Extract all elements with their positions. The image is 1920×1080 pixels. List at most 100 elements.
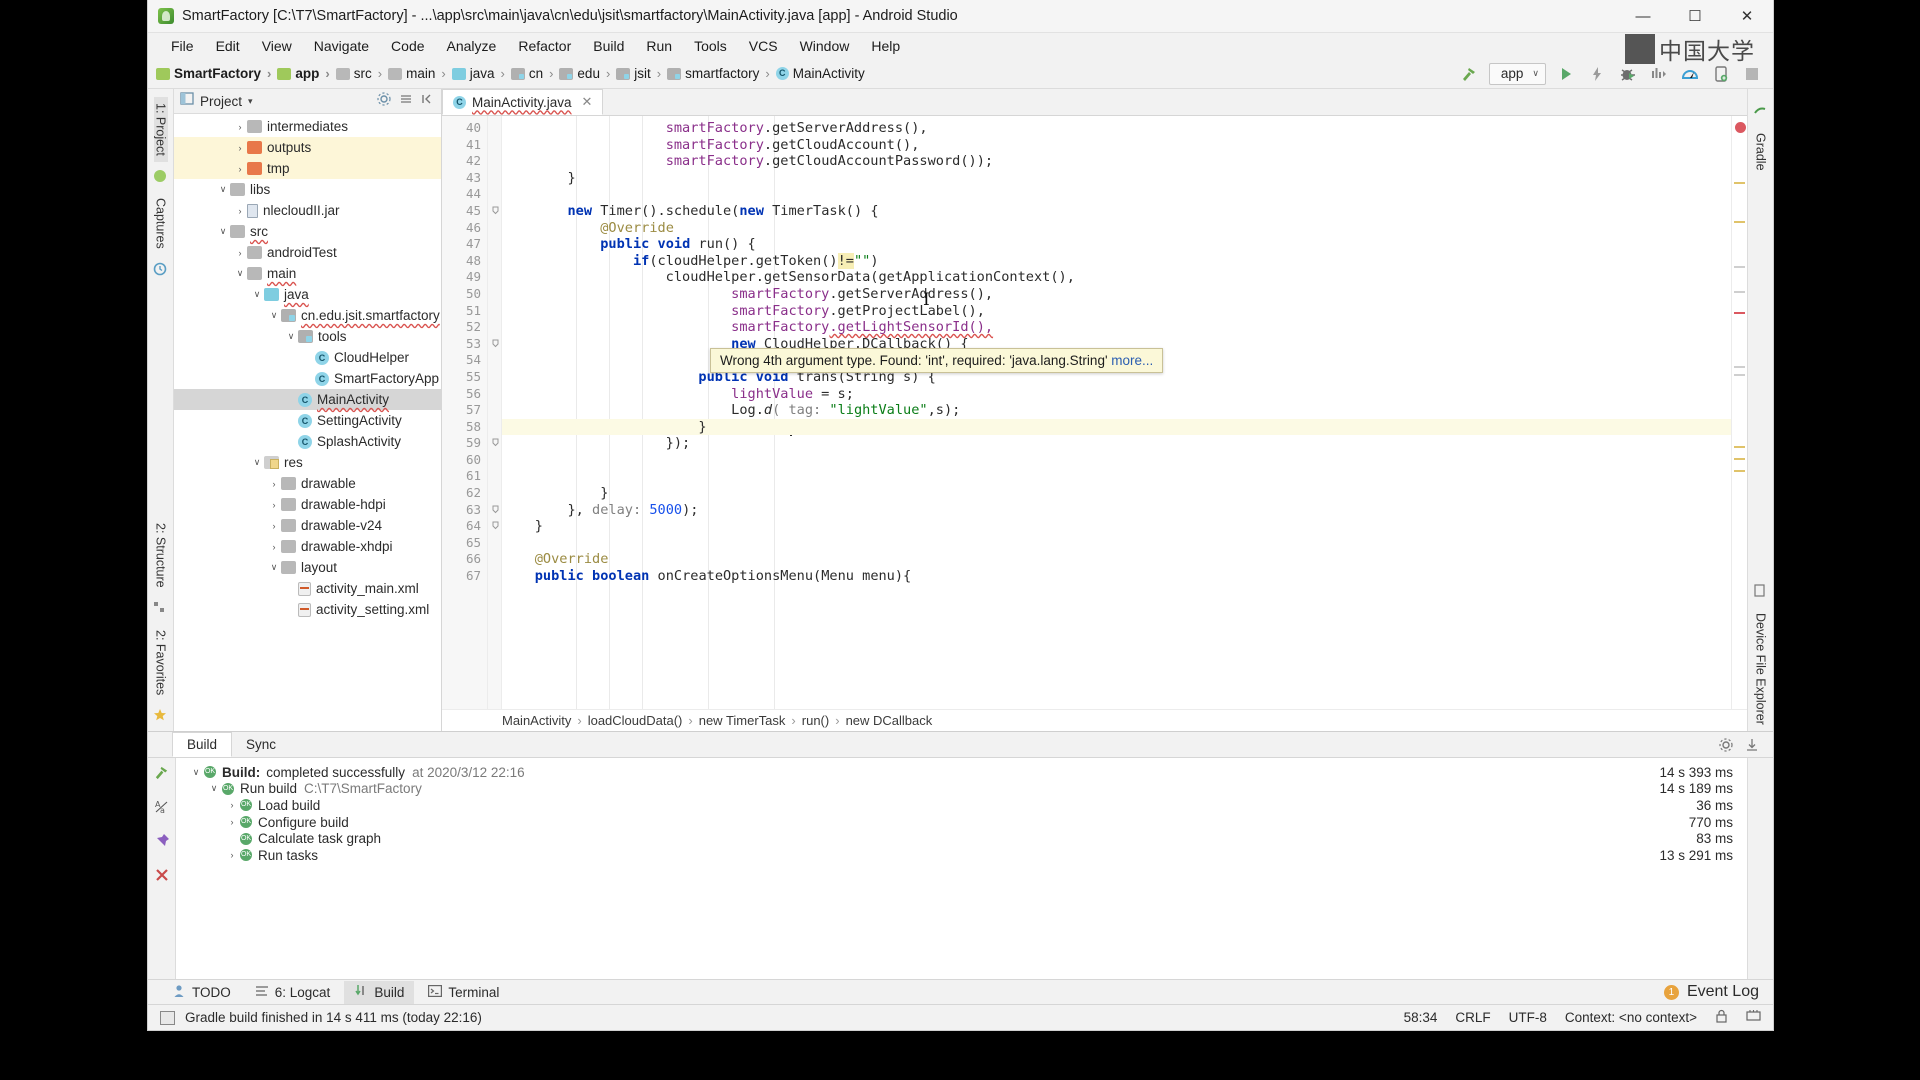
breadcrumb-edu[interactable]: edu › [559,66,616,81]
tree-item-intermediates[interactable]: › intermediates [174,116,441,137]
chevron-icon[interactable]: ∨ [267,562,281,573]
profiler-icon[interactable] [1679,63,1701,85]
code-line[interactable]: } [502,518,1731,535]
sidebar-tab-captures[interactable]: Captures [154,192,168,255]
editor-crumb-dcallback[interactable]: new DCallback [846,713,933,728]
minimize-button[interactable]: — [1617,0,1669,32]
tree-item-splashactivity[interactable]: C SplashActivity [174,431,441,452]
fold-marker[interactable] [488,485,501,502]
code-line[interactable]: } [502,170,1731,187]
fold-marker[interactable] [488,468,501,485]
code-content[interactable]: smartFactory.getServerAddress(), smartFa… [502,116,1731,709]
code-line[interactable]: @Override [502,220,1731,237]
build-row[interactable]: OK Calculate task graph 83 ms [182,830,1747,847]
tree-item-androidtest[interactable]: › androidTest [174,242,441,263]
memory-icon[interactable] [160,1010,175,1025]
project-tree[interactable]: › intermediates › outputs › tmp ∨ libs › nlecloud… [174,114,441,731]
chevron-icon[interactable]: › [233,248,247,258]
breadcrumb-main[interactable]: main › [388,66,452,81]
fold-marker[interactable] [488,153,501,170]
tree-item-drawable-v24[interactable]: › drawable-v24 [174,515,441,536]
code-line[interactable]: }, delay: 5000); [502,502,1731,519]
chevron-icon[interactable]: ∨ [267,310,281,321]
tree-item-outputs[interactable]: › outputs [174,137,441,158]
code-line[interactable]: if(cloudHelper.getToken()!="") [502,252,1731,270]
pin-icon[interactable] [154,833,170,854]
download-icon[interactable] [1745,738,1759,757]
maximize-button[interactable]: ☐ [1669,0,1721,32]
fold-marker[interactable] [488,386,501,403]
tree-item-activity-main-xml[interactable]: activity_main.xml [174,578,441,599]
code-line[interactable]: lightValue = s; [502,386,1731,403]
code-line[interactable]: smartFactory.getCloudAccount(), [502,137,1731,154]
code-line[interactable] [502,468,1731,485]
chevron-icon[interactable]: ∨ [206,783,222,794]
menu-navigate[interactable]: Navigate [303,36,380,56]
fold-marker[interactable] [488,551,501,568]
device-manager-icon[interactable] [1710,63,1732,85]
lock-icon[interactable] [1715,1009,1728,1026]
code-line[interactable]: new Timer().schedule(new TimerTask() { [502,203,1731,220]
editor-crumb-timertask[interactable]: new TimerTask [699,713,786,728]
chevron-icon[interactable]: › [233,164,247,174]
memory-indicator-icon[interactable] [1746,1009,1761,1026]
chevron-icon[interactable]: ∨ [233,268,247,279]
gear-icon[interactable] [377,91,391,111]
chevron-icon[interactable]: › [224,800,240,810]
chevron-icon[interactable]: ∨ [188,767,204,778]
close-button[interactable]: ✕ [1721,0,1773,32]
fold-marker[interactable] [488,319,501,336]
code-folding-column[interactable] [488,116,502,709]
fold-marker[interactable] [488,535,501,552]
tree-item-src[interactable]: ∨ src [174,221,441,242]
collapse-all-icon[interactable] [399,92,413,111]
tree-item-cloudhelper[interactable]: C CloudHelper [174,347,441,368]
tree-item-tmp[interactable]: › tmp [174,158,441,179]
chevron-icon[interactable]: ∨ [216,226,230,237]
menu-analyze[interactable]: Analyze [436,36,508,56]
tree-item-main[interactable]: ∨ main [174,263,441,284]
tab-build[interactable]: Build [172,732,233,757]
code-line[interactable]: smartFactory.getServerAddress(), [502,286,1731,303]
chevron-icon[interactable]: › [224,817,240,827]
fold-marker[interactable] [488,203,501,220]
code-line[interactable]: smartFactory.getLightSensorId(), [502,319,1731,336]
tree-item-res[interactable]: ∨ res [174,452,441,473]
tree-item-activity-setting-xml[interactable]: activity_setting.xml [174,599,441,620]
chevron-icon[interactable]: ∨ [250,289,264,300]
chevron-icon[interactable]: › [233,143,247,153]
code-line[interactable]: } [502,418,1731,436]
sidebar-tab-structure[interactable]: 2: Structure [154,517,168,594]
caret-position[interactable]: 58:34 [1404,1010,1438,1025]
profiler-steps-icon[interactable] [1648,63,1670,85]
fold-marker[interactable] [488,568,501,585]
breadcrumb-jsit[interactable]: jsit › [616,66,667,81]
fold-marker[interactable] [488,452,501,469]
tree-item-tools[interactable]: ∨ tools [174,326,441,347]
event-log-label[interactable]: Event Log [1687,983,1759,1001]
fold-marker[interactable] [488,502,501,519]
close-icon[interactable] [154,867,170,888]
lightning-icon[interactable] [1586,63,1608,85]
fold-marker[interactable] [488,336,501,353]
tool-window-todo[interactable]: TODO [162,981,241,1004]
encoding[interactable]: UTF-8 [1509,1010,1547,1025]
tree-item-smartfactoryapp[interactable]: C SmartFactoryApp [174,368,441,389]
line-separator[interactable]: CRLF [1455,1010,1490,1025]
build-row[interactable]: › OK Load build 36 ms [182,797,1747,814]
sidebar-tab-project[interactable]: 1: Project [153,97,168,162]
breadcrumb-java[interactable]: java › [451,66,511,81]
fold-marker[interactable] [488,236,501,253]
menu-refactor[interactable]: Refactor [507,36,582,56]
code-line[interactable]: Log.d( tag: "lightValue",s); [502,402,1731,419]
tree-item-nlecloudii-jar[interactable]: › nlecloudII.jar [174,200,441,221]
fold-marker[interactable] [488,518,501,535]
tool-window-build[interactable]: Build [344,980,415,1004]
breadcrumb-app[interactable]: app › [277,66,335,81]
menu-run[interactable]: Run [635,36,683,56]
code-line[interactable]: @Override [502,551,1731,568]
code-line[interactable]: }); [502,435,1731,452]
menu-view[interactable]: View [251,36,303,56]
editor-crumb-mainactivity[interactable]: MainActivity [502,713,571,728]
fold-marker[interactable] [488,303,501,320]
